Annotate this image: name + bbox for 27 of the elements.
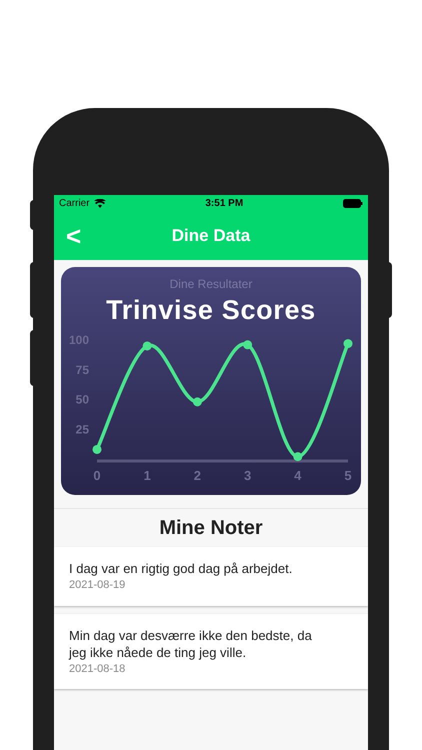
- data-point: [142, 341, 152, 350]
- screen-title: Dine Data: [172, 224, 250, 247]
- data-point: [192, 397, 202, 406]
- data-point: [293, 452, 302, 462]
- data-point: [92, 444, 102, 454]
- note-card[interactable]: I dag var en rigtig god dag på arbejdet. 2021-08-19: [54, 547, 368, 606]
- note-text: Min dag var desværre ikke den bedste, da jeg ikke nåede de ting jeg ville.: [69, 626, 313, 660]
- status-time: 3:51 PM: [205, 196, 244, 210]
- x-tick-label: 5: [344, 468, 352, 483]
- y-tick-label: 25: [76, 422, 89, 436]
- x-tick-label: 0: [93, 468, 101, 483]
- wifi-icon: [94, 198, 106, 208]
- x-tick-label: 1: [144, 468, 151, 483]
- note-date: 2021-08-18: [69, 662, 126, 676]
- x-tick-label: 3: [244, 468, 252, 483]
- battery-icon: [342, 198, 363, 208]
- x-tick-label: 4: [294, 468, 302, 483]
- data-point: [344, 339, 352, 348]
- note-text: I dag var en rigtig god dag på arbejdet.: [69, 560, 294, 577]
- chart-title: Trinvise Scores: [106, 294, 316, 327]
- data-point: [243, 340, 252, 350]
- carrier-label: Carrier: [59, 196, 90, 210]
- note-date: 2021-08-19: [69, 578, 126, 593]
- notes-title: Mine Noter: [158, 516, 264, 541]
- y-tick-label: 50: [76, 392, 89, 406]
- note-card[interactable]: Min dag var desværre ikke den bedste, da jeg ikke nåede de ting jeg ville. 2021-08-18: [54, 614, 368, 689]
- x-tick-label: 2: [194, 468, 202, 483]
